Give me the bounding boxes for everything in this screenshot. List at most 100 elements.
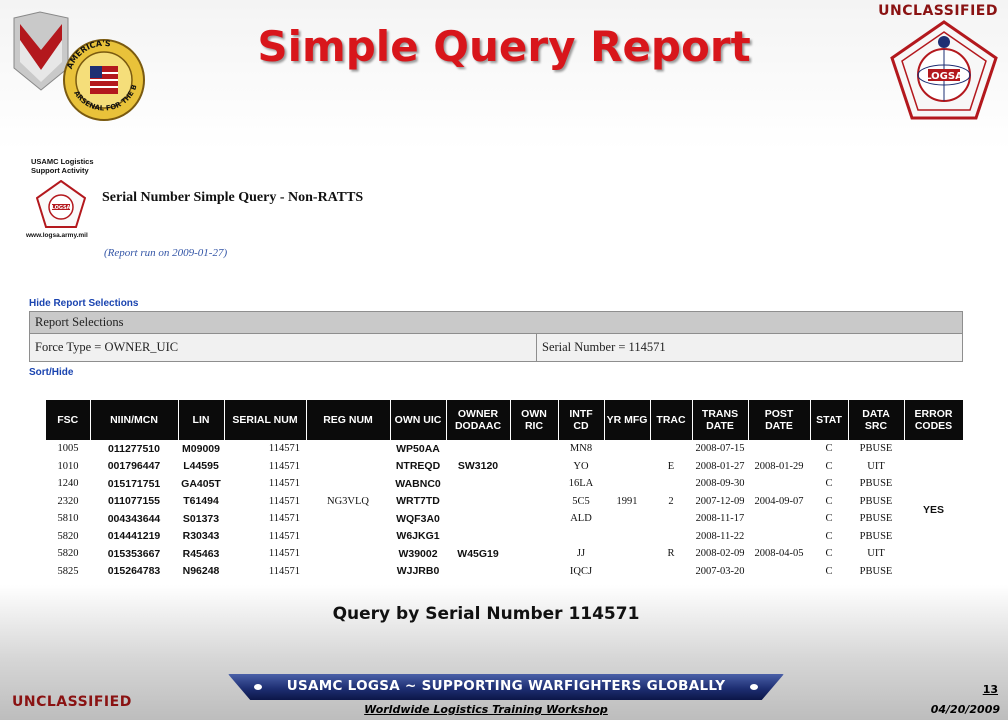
cell-stat: C bbox=[825, 478, 833, 490]
cell-post-date bbox=[748, 563, 810, 581]
cell-serial: 114571 bbox=[268, 513, 300, 525]
cell-niin: 015264783 bbox=[107, 565, 161, 578]
cell-serial: 114571 bbox=[268, 530, 300, 542]
cell-trac: R bbox=[667, 548, 675, 560]
cell-data-src: PBUSE bbox=[859, 530, 893, 542]
cell-own-uic: WRT7TD bbox=[396, 495, 440, 508]
cell-niin: 004343644 bbox=[107, 512, 161, 525]
col-header-serial[interactable]: SERIAL NUM bbox=[224, 400, 307, 440]
logsa-logo-text: LOGSA bbox=[925, 71, 963, 82]
cell-trans-date: 2007-12-09 bbox=[695, 495, 745, 507]
cell-lin: M09009 bbox=[182, 442, 220, 455]
col-header-lin[interactable]: LIN bbox=[178, 400, 225, 440]
cell-intf-cd: MN8 bbox=[569, 443, 593, 455]
cell-yr-mfg: 1991 bbox=[616, 495, 638, 507]
cell-post-date bbox=[748, 440, 810, 458]
cell-data-src: PBUSE bbox=[859, 565, 893, 577]
cell-trans-date: 2008-02-09 bbox=[695, 548, 745, 560]
col-header-own-ric[interactable]: OWN RIC bbox=[510, 400, 559, 440]
cell-lin: L44595 bbox=[183, 460, 219, 473]
logsa-small-pentagon-icon: LOGSA bbox=[36, 180, 86, 228]
cell-owner-dodaac bbox=[446, 475, 510, 493]
table-row: 2320 011077155 T61494 114571 NG3VLQ WRT7… bbox=[46, 493, 963, 511]
cell-lin: R30343 bbox=[182, 530, 220, 543]
cell-owner-dodaac bbox=[446, 510, 510, 528]
cell-own-ric bbox=[510, 440, 558, 458]
col-header-post-date[interactable]: POST DATE bbox=[748, 400, 811, 440]
cell-fsc: 1240 bbox=[57, 478, 79, 490]
cell-fsc: 1010 bbox=[57, 460, 79, 472]
col-header-owner-dodaac[interactable]: OWNER DODAAC bbox=[446, 400, 511, 440]
svg-text:LOGSA: LOGSA bbox=[52, 205, 71, 211]
report-selections-header: Report Selections bbox=[29, 311, 963, 334]
col-header-reg[interactable]: REG NUM bbox=[306, 400, 391, 440]
col-header-error-codes[interactable]: ERROR CODES bbox=[904, 400, 964, 440]
cell-lin: T61494 bbox=[183, 495, 219, 508]
table-row: 1240 015171751 GA405T 114571 WABNC0 16LA… bbox=[46, 475, 963, 493]
cell-trans-date: 2008-01-27 bbox=[695, 460, 745, 472]
cell-fsc: 1005 bbox=[57, 443, 79, 455]
cell-post-date: 2004-09-07 bbox=[754, 495, 804, 507]
cell-owner-dodaac bbox=[446, 563, 510, 581]
col-header-fsc[interactable]: FSC bbox=[46, 400, 91, 440]
col-header-trac[interactable]: TRAC bbox=[650, 400, 693, 440]
sort-hide-link[interactable]: Sort/Hide bbox=[29, 367, 73, 378]
col-header-data-src[interactable]: DATA SRC bbox=[848, 400, 905, 440]
cell-own-ric bbox=[510, 528, 558, 546]
cell-intf-cd bbox=[558, 528, 604, 546]
cell-trac bbox=[650, 440, 692, 458]
cell-reg bbox=[306, 440, 390, 458]
cell-fsc: 5820 bbox=[57, 530, 79, 542]
cell-serial: 114571 bbox=[268, 495, 300, 507]
report-website: www.logsa.army.mil bbox=[26, 232, 88, 239]
table-row: 1005 011277510 M09009 114571 WP50AA MN8 … bbox=[46, 440, 963, 516]
hide-report-selections-link[interactable]: Hide Report Selections bbox=[29, 298, 138, 309]
cell-post-date: 2008-01-29 bbox=[754, 460, 804, 472]
cell-niin: 015171751 bbox=[107, 477, 161, 490]
cell-fsc: 2320 bbox=[57, 495, 79, 507]
cell-lin: R45463 bbox=[182, 547, 220, 560]
page-number: 13 bbox=[982, 683, 998, 696]
cell-own-ric bbox=[510, 475, 558, 493]
cell-own-uic: WQF3A0 bbox=[396, 512, 440, 525]
cell-owner-dodaac bbox=[446, 528, 510, 546]
cell-niin: 001796447 bbox=[107, 460, 161, 473]
cell-owner-dodaac bbox=[446, 440, 510, 458]
cell-trans-date: 2008-11-17 bbox=[695, 513, 745, 525]
cell-yr-mfg bbox=[604, 440, 650, 458]
cell-owner-dodaac: SW3120 bbox=[457, 460, 499, 473]
cell-reg: NG3VLQ bbox=[327, 495, 369, 507]
cell-intf-cd: ALD bbox=[570, 513, 592, 525]
selection-serial-number: Serial Number = 114571 bbox=[536, 333, 963, 362]
selection-force-type: Force Type = OWNER_UIC bbox=[29, 333, 537, 362]
col-header-own-uic[interactable]: OWN UIC bbox=[390, 400, 447, 440]
cell-reg bbox=[306, 475, 390, 493]
cell-own-ric bbox=[510, 493, 558, 511]
table-row: 5820 014441219 R30343 114571 W6JKG1 2008… bbox=[46, 528, 963, 546]
cell-fsc: 5820 bbox=[57, 548, 79, 560]
cell-lin: GA405T bbox=[181, 477, 221, 490]
footer-workshop: Worldwide Logistics Training Workshop bbox=[364, 703, 608, 716]
cell-yr-mfg bbox=[604, 475, 650, 493]
results-table: FSC NIIN/MCN LIN SERIAL NUM REG NUM OWN … bbox=[46, 400, 964, 580]
cell-post-date bbox=[748, 475, 810, 493]
report-org-line1: USAMC Logistics bbox=[31, 157, 94, 166]
classification-top: UNCLASSIFIED bbox=[878, 3, 998, 19]
col-header-stat[interactable]: STAT bbox=[810, 400, 849, 440]
cell-trans-date: 2008-09-30 bbox=[695, 478, 745, 490]
cell-yr-mfg bbox=[604, 458, 650, 476]
cell-yr-mfg bbox=[604, 510, 650, 528]
col-header-niin[interactable]: NIIN/MCN bbox=[90, 400, 179, 440]
cell-post-date bbox=[748, 510, 810, 528]
cell-data-src: UIT bbox=[867, 548, 885, 560]
cell-own-uic: WABNC0 bbox=[395, 477, 441, 490]
col-header-yr-mfg[interactable]: YR MFG bbox=[604, 400, 651, 440]
cell-intf-cd: 16LA bbox=[568, 478, 594, 490]
cell-serial: 114571 bbox=[268, 565, 300, 577]
cell-trac bbox=[650, 475, 692, 493]
table-row: 1010 001796447 L44595 114571 NTREQD SW31… bbox=[46, 458, 963, 476]
col-header-intf-cd[interactable]: INTF CD bbox=[558, 400, 605, 440]
cell-stat: C bbox=[825, 530, 833, 542]
cell-data-src: PBUSE bbox=[859, 495, 893, 507]
col-header-trans-date[interactable]: TRANS DATE bbox=[692, 400, 749, 440]
